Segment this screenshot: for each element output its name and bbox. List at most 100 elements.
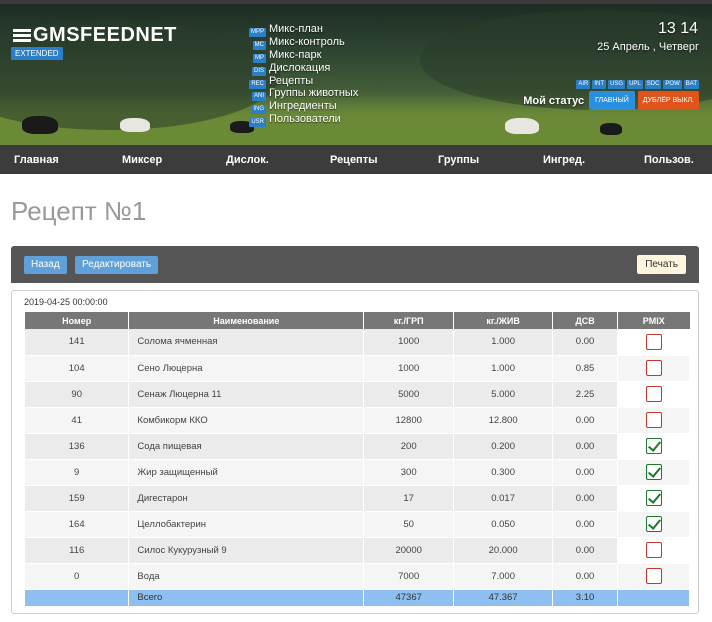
cell-dsv: 0.00 [552, 459, 618, 486]
module-label: Рецепты [269, 74, 314, 87]
header-banner: GMSFEEDNET EXTENDED MPP Микс-план MC Мик… [0, 0, 712, 145]
cell-name: Сенаж Люцерна 11 [128, 381, 365, 408]
cell-name: Сено Люцерна [128, 355, 365, 382]
app-logo[interactable]: GMSFEEDNET [13, 24, 177, 47]
cell-kg-zhiv: 0.300 [453, 459, 554, 486]
module-label: Ингредиенты [269, 100, 337, 113]
cell-pmix [617, 329, 690, 356]
nav-item-home[interactable]: Главная [14, 154, 59, 166]
cell-kg-grp: 300 [363, 459, 455, 486]
nav-item-ingredients[interactable]: Ингред. [543, 154, 585, 166]
status-tag: AIR [576, 80, 591, 89]
cell-dsv: 0.85 [552, 355, 618, 382]
total-cell-empty [25, 589, 130, 607]
print-button[interactable]: Печать [637, 255, 686, 274]
cell-name: Жир защищенный [128, 459, 365, 486]
cell-dsv: 0.00 [552, 563, 618, 590]
total-row: Всего 47367 47.367 3.10 [25, 589, 690, 607]
cell-kg-grp: 1000 [363, 355, 455, 382]
cow-image [22, 116, 58, 134]
main-status-button[interactable]: ГЛАВНЫЙ [589, 91, 635, 110]
back-button[interactable]: Назад [24, 256, 67, 274]
cell-name: Солома ячменная [128, 329, 365, 356]
cell-pmix [617, 433, 690, 460]
status-tag: UPL [627, 80, 643, 89]
cell-number: 116 [25, 537, 130, 564]
cell-kg-zhiv: 5.000 [453, 381, 554, 408]
total-kg-grp: 47367 [363, 589, 455, 607]
main-nav: Главная Миксер Дислок. Рецепты Группы Ин… [0, 145, 712, 174]
cell-name: Дигестарон [128, 485, 365, 512]
pmix-checkbox-unchecked[interactable] [645, 333, 662, 350]
cell-dsv: 0.00 [552, 537, 618, 564]
pmix-checkbox-unchecked[interactable] [645, 386, 662, 402]
total-dsv: 3.10 [552, 589, 618, 607]
table-row: 141 Солома ячменная 1000 1.000 0.00 [25, 329, 690, 356]
pmix-checkbox-unchecked[interactable] [645, 412, 662, 428]
pmix-checkbox-unchecked[interactable] [645, 360, 662, 376]
cell-kg-zhiv: 12.800 [453, 407, 554, 434]
col-header-name: Наименование [128, 312, 365, 329]
nav-item-dislocation[interactable]: Дислок. [226, 154, 269, 166]
cell-kg-grp: 20000 [363, 537, 455, 564]
cell-kg-zhiv: 20.000 [453, 537, 554, 564]
edit-button[interactable]: Редактировать [75, 256, 159, 274]
table-row: 9 Жир защищенный 300 0.300 0.00 [25, 459, 690, 486]
table-row: 90 Сенаж Люцерна 11 5000 5.000 2.25 [25, 381, 690, 408]
pmix-checkbox-checked[interactable] [645, 464, 662, 480]
cell-kg-grp: 17 [363, 485, 455, 512]
status-tag: USG [608, 80, 626, 89]
cell-pmix [617, 485, 690, 512]
pmix-checkbox-checked[interactable] [645, 490, 662, 506]
clock-date: 25 Апрель , Четверг [597, 41, 699, 53]
cell-dsv: 0.00 [552, 485, 618, 512]
recipe-timestamp: 2019-04-25 00:00:00 [24, 297, 108, 307]
pmix-checkbox-checked[interactable] [645, 438, 662, 454]
logo-text: GMSFEEDNET [33, 24, 177, 46]
nav-item-recipes[interactable]: Рецепты [330, 154, 378, 166]
table-row: 136 Сода пищевая 200 0.200 0.00 [25, 433, 690, 460]
col-header-dsv: ДСВ [552, 312, 618, 329]
cell-kg-zhiv: 1.000 [453, 329, 554, 356]
total-label: Всего [128, 589, 365, 607]
nav-item-groups[interactable]: Группы [438, 154, 479, 166]
nav-item-mixer[interactable]: Миксер [122, 154, 162, 166]
table-row: 116 Силос Кукурузный 9 20000 20.000 0.00 [25, 537, 690, 564]
cell-number: 0 [25, 563, 130, 590]
status-tag: INT [592, 80, 607, 89]
edition-badge: EXTENDED [11, 47, 63, 60]
pmix-checkbox-unchecked[interactable] [645, 542, 662, 558]
cow-image [600, 123, 622, 135]
my-status: Мой статус ГЛАВНЫЙ ДУБЛЁР ВЫКЛ. [523, 91, 699, 110]
page-title: Рецепт №1 [11, 196, 147, 226]
backup-status-button[interactable]: ДУБЛЁР ВЫКЛ. [637, 91, 699, 110]
cell-kg-grp: 12800 [363, 407, 455, 434]
pmix-checkbox-unchecked[interactable] [645, 568, 662, 584]
cell-pmix [617, 381, 690, 408]
status-tag: SDC [644, 80, 662, 89]
cell-pmix [617, 407, 690, 434]
col-header-pmix: PMIX [617, 312, 690, 329]
pmix-checkbox-checked[interactable] [645, 516, 662, 532]
nav-item-users[interactable]: Пользов. [644, 154, 694, 166]
cow-image [120, 118, 150, 132]
logo-icon [13, 28, 31, 43]
cell-number: 90 [25, 381, 130, 408]
cell-dsv: 0.00 [552, 329, 618, 356]
module-item-users[interactable]: USR Пользователи [246, 113, 358, 127]
module-list: MPP Микс-план MC Микс-контроль MP Микс-п… [246, 23, 358, 127]
cell-kg-grp: 50 [363, 511, 455, 538]
cell-number: 141 [25, 329, 130, 356]
cell-kg-zhiv: 1.000 [453, 355, 554, 382]
total-kg-zhiv: 47.367 [453, 589, 554, 607]
recipe-toolbar: Назад Редактировать Печать [11, 246, 699, 283]
cell-name: Комбикорм ККО [128, 407, 365, 434]
col-header-kg-zhiv: кг./ЖИВ [453, 312, 554, 329]
cell-kg-grp: 200 [363, 433, 455, 460]
cell-kg-zhiv: 7.000 [453, 563, 554, 590]
cell-pmix [617, 355, 690, 382]
status-tag: POW [663, 80, 682, 89]
cell-dsv: 2.25 [552, 381, 618, 408]
table-row: 0 Вода 7000 7.000 0.00 [25, 563, 690, 590]
cell-dsv: 0.00 [552, 433, 618, 460]
